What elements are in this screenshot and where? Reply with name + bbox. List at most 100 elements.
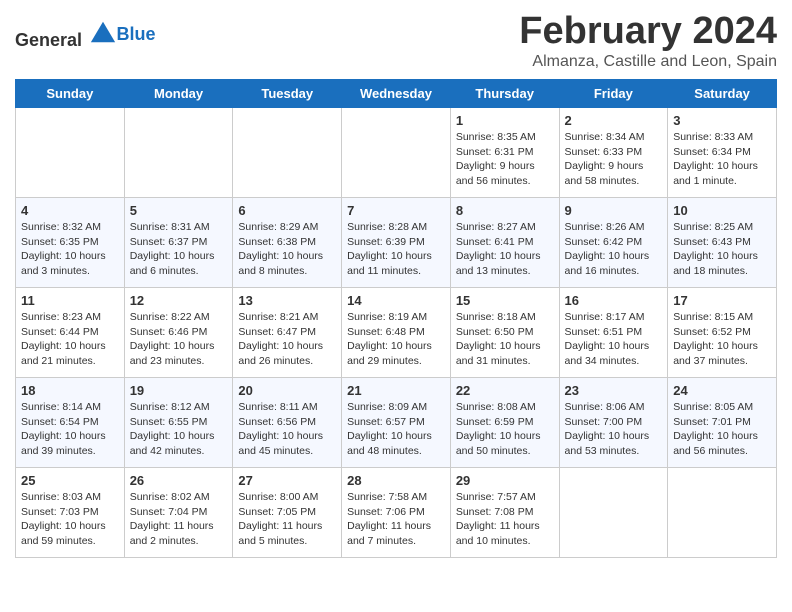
day-info: Sunrise: 8:34 AM Sunset: 6:33 PM Dayligh… — [565, 130, 663, 189]
day-number: 23 — [565, 383, 663, 398]
day-number: 24 — [673, 383, 771, 398]
day-info: Sunrise: 8:22 AM Sunset: 6:46 PM Dayligh… — [130, 310, 228, 369]
day-info: Sunrise: 8:09 AM Sunset: 6:57 PM Dayligh… — [347, 400, 445, 459]
calendar-cell: 16Sunrise: 8:17 AM Sunset: 6:51 PM Dayli… — [559, 288, 668, 378]
day-number: 17 — [673, 293, 771, 308]
day-number: 29 — [456, 473, 554, 488]
col-header-saturday: Saturday — [668, 80, 777, 108]
logo-general: General — [15, 30, 82, 50]
calendar-cell: 29 Sunrise: 7:57 AM Sunset: 7:08 PM Dayli… — [450, 468, 559, 558]
col-header-monday: Monday — [124, 80, 233, 108]
calendar-cell: 2Sunrise: 8:34 AM Sunset: 6:33 PM Daylig… — [559, 108, 668, 198]
col-header-tuesday: Tuesday — [233, 80, 342, 108]
day-number: 1 — [456, 113, 554, 128]
calendar-cell: 14 Sunrise: 8:19 AM Sunset: 6:48 PM Dayli… — [342, 288, 451, 378]
day-info: Sunrise: 7:58 AM Sunset: 7:06 PM Dayligh… — [347, 490, 445, 549]
day-number: 18 — [21, 383, 119, 398]
day-number: 28 — [347, 473, 445, 488]
day-number: 13 — [238, 293, 336, 308]
day-info: Sunrise: 8:23 AM Sunset: 6:44 PM Dayligh… — [21, 310, 119, 369]
calendar-cell — [559, 468, 668, 558]
day-number: 27 — [238, 473, 336, 488]
day-number: 3 — [673, 113, 771, 128]
day-info: Sunrise: 8:02 AM Sunset: 7:04 PM Dayligh… — [130, 490, 228, 549]
calendar-cell: 27 Sunrise: 8:00 AM Sunset: 7:05 PM Dayli… — [233, 468, 342, 558]
calendar-cell — [16, 108, 125, 198]
day-info: Sunrise: 7:57 AM Sunset: 7:08 PM Dayligh… — [456, 490, 554, 549]
day-info: Sunrise: 8:12 AM Sunset: 6:55 PM Dayligh… — [130, 400, 228, 459]
day-info: Sunrise: 8:28 AM Sunset: 6:39 PM Dayligh… — [347, 220, 445, 279]
day-number: 20 — [238, 383, 336, 398]
page-title: February 2024 — [519, 10, 777, 53]
page-subtitle: Almanza, Castille and Leon, Spain — [519, 53, 777, 71]
calendar-cell: 1 Sunrise: 8:35 AM Sunset: 6:31 PM Daylig… — [450, 108, 559, 198]
calendar-cell: 7 Sunrise: 8:28 AM Sunset: 6:39 PM Daylig… — [342, 198, 451, 288]
day-info: Sunrise: 8:26 AM Sunset: 6:42 PM Dayligh… — [565, 220, 663, 279]
day-number: 26 — [130, 473, 228, 488]
day-number: 21 — [347, 383, 445, 398]
day-info: Sunrise: 8:31 AM Sunset: 6:37 PM Dayligh… — [130, 220, 228, 279]
day-info: Sunrise: 8:19 AM Sunset: 6:48 PM Dayligh… — [347, 310, 445, 369]
day-number: 4 — [21, 203, 119, 218]
calendar-cell — [233, 108, 342, 198]
day-number: 8 — [456, 203, 554, 218]
calendar-cell: 4 Sunrise: 8:32 AM Sunset: 6:35 PM Daylig… — [16, 198, 125, 288]
calendar-cell: 20 Sunrise: 8:11 AM Sunset: 6:56 PM Dayli… — [233, 378, 342, 468]
calendar-cell: 26 Sunrise: 8:02 AM Sunset: 7:04 PM Dayli… — [124, 468, 233, 558]
day-info: Sunrise: 8:33 AM Sunset: 6:34 PM Dayligh… — [673, 130, 771, 189]
calendar-cell: 12 Sunrise: 8:22 AM Sunset: 6:46 PM Dayli… — [124, 288, 233, 378]
day-info: Sunrise: 8:21 AM Sunset: 6:47 PM Dayligh… — [238, 310, 336, 369]
day-info: Sunrise: 8:35 AM Sunset: 6:31 PM Dayligh… — [456, 130, 554, 189]
logo: General Blue — [15, 18, 156, 51]
calendar-cell: 6Sunrise: 8:29 AM Sunset: 6:38 PM Daylig… — [233, 198, 342, 288]
calendar-cell: 23 Sunrise: 8:06 AM Sunset: 7:00 PM Dayli… — [559, 378, 668, 468]
day-number: 14 — [347, 293, 445, 308]
calendar-cell: 10Sunrise: 8:25 AM Sunset: 6:43 PM Dayli… — [668, 198, 777, 288]
calendar-cell: 25Sunrise: 8:03 AM Sunset: 7:03 PM Dayli… — [16, 468, 125, 558]
week-row-1: 1 Sunrise: 8:35 AM Sunset: 6:31 PM Daylig… — [16, 108, 777, 198]
header: General Blue February 2024 Almanza, Cast… — [15, 10, 777, 71]
day-info: Sunrise: 8:15 AM Sunset: 6:52 PM Dayligh… — [673, 310, 771, 369]
calendar-cell: 28 Sunrise: 7:58 AM Sunset: 7:06 PM Dayli… — [342, 468, 451, 558]
day-info: Sunrise: 8:11 AM Sunset: 6:56 PM Dayligh… — [238, 400, 336, 459]
calendar-cell: 19Sunrise: 8:12 AM Sunset: 6:55 PM Dayli… — [124, 378, 233, 468]
day-info: Sunrise: 8:27 AM Sunset: 6:41 PM Dayligh… — [456, 220, 554, 279]
col-header-sunday: Sunday — [16, 80, 125, 108]
title-section: February 2024 Almanza, Castille and Leon… — [519, 10, 777, 71]
day-info: Sunrise: 8:03 AM Sunset: 7:03 PM Dayligh… — [21, 490, 119, 549]
calendar-table: SundayMondayTuesdayWednesdayThursdayFrid… — [15, 79, 777, 558]
day-number: 6 — [238, 203, 336, 218]
day-info: Sunrise: 8:32 AM Sunset: 6:35 PM Dayligh… — [21, 220, 119, 279]
day-number: 11 — [21, 293, 119, 308]
calendar-cell: 17 Sunrise: 8:15 AM Sunset: 6:52 PM Dayli… — [668, 288, 777, 378]
day-number: 12 — [130, 293, 228, 308]
calendar-cell: 11 Sunrise: 8:23 AM Sunset: 6:44 PM Dayli… — [16, 288, 125, 378]
calendar-cell: 9 Sunrise: 8:26 AM Sunset: 6:42 PM Daylig… — [559, 198, 668, 288]
day-info: Sunrise: 8:08 AM Sunset: 6:59 PM Dayligh… — [456, 400, 554, 459]
calendar-cell: 13 Sunrise: 8:21 AM Sunset: 6:47 PM Dayli… — [233, 288, 342, 378]
week-row-4: 18 Sunrise: 8:14 AM Sunset: 6:54 PM Dayli… — [16, 378, 777, 468]
logo-icon — [89, 18, 117, 46]
day-info: Sunrise: 8:00 AM Sunset: 7:05 PM Dayligh… — [238, 490, 336, 549]
day-info: Sunrise: 8:18 AM Sunset: 6:50 PM Dayligh… — [456, 310, 554, 369]
day-info: Sunrise: 8:17 AM Sunset: 6:51 PM Dayligh… — [565, 310, 663, 369]
day-number: 15 — [456, 293, 554, 308]
day-number: 9 — [565, 203, 663, 218]
week-row-2: 4 Sunrise: 8:32 AM Sunset: 6:35 PM Daylig… — [16, 198, 777, 288]
calendar-cell — [124, 108, 233, 198]
calendar-cell: 5Sunrise: 8:31 AM Sunset: 6:37 PM Daylig… — [124, 198, 233, 288]
day-number: 7 — [347, 203, 445, 218]
calendar-cell: 8 Sunrise: 8:27 AM Sunset: 6:41 PM Daylig… — [450, 198, 559, 288]
calendar-cell: 21 Sunrise: 8:09 AM Sunset: 6:57 PM Dayli… — [342, 378, 451, 468]
logo-blue: Blue — [117, 24, 156, 44]
calendar-cell: 22 Sunrise: 8:08 AM Sunset: 6:59 PM Dayli… — [450, 378, 559, 468]
calendar-cell: 24Sunrise: 8:05 AM Sunset: 7:01 PM Dayli… — [668, 378, 777, 468]
col-header-friday: Friday — [559, 80, 668, 108]
day-number: 22 — [456, 383, 554, 398]
col-header-thursday: Thursday — [450, 80, 559, 108]
calendar-cell — [342, 108, 451, 198]
day-info: Sunrise: 8:14 AM Sunset: 6:54 PM Dayligh… — [21, 400, 119, 459]
day-info: Sunrise: 8:06 AM Sunset: 7:00 PM Dayligh… — [565, 400, 663, 459]
col-header-wednesday: Wednesday — [342, 80, 451, 108]
week-row-5: 25Sunrise: 8:03 AM Sunset: 7:03 PM Dayli… — [16, 468, 777, 558]
